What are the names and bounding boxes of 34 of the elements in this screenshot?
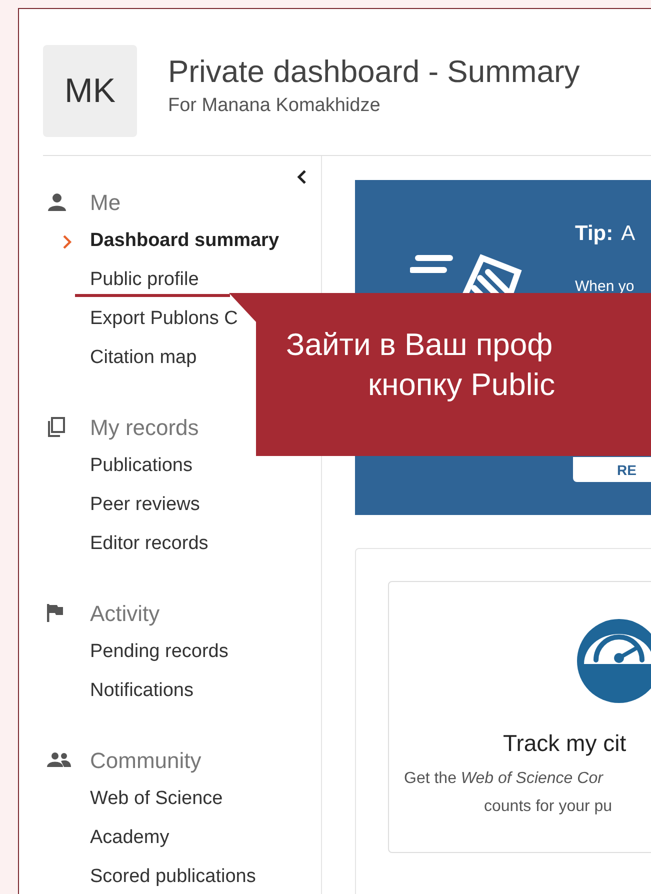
nav-link[interactable]: Export Publons C — [90, 305, 238, 334]
card-title: Track my cit — [503, 729, 628, 758]
callout-text: кнопку Public — [368, 366, 556, 404]
nav-link[interactable]: Pending records — [90, 638, 228, 667]
card-description: Get the Web of Science Cor — [404, 768, 604, 788]
nav-link[interactable]: Citation map — [90, 344, 197, 373]
collapse-icon[interactable] — [297, 170, 307, 184]
section-label: Me — [90, 188, 121, 216]
chevron-icon — [63, 235, 72, 249]
page-title: Private dashboard - Summary — [168, 53, 580, 92]
callout-text: Зайти в Ваш проф — [286, 326, 553, 364]
tip-description: When yo — [575, 277, 634, 297]
nav-link[interactable]: Notifications — [90, 677, 194, 706]
nav-link[interactable]: Peer reviews — [90, 491, 200, 520]
tip-text: A — [621, 221, 636, 247]
nav-link[interactable]: Scored publications — [90, 863, 256, 892]
nav-link[interactable]: Dashboard summary — [90, 227, 280, 256]
nav-link[interactable]: Editor records — [90, 530, 208, 559]
nav-link[interactable]: Academy — [90, 824, 170, 853]
section-label: Community — [90, 746, 202, 775]
flag-icon — [47, 604, 63, 622]
person-icon — [47, 193, 67, 211]
tip-button[interactable]: RE — [573, 457, 651, 482]
tip-label: Tip: — [575, 221, 614, 247]
copy-icon — [47, 417, 65, 437]
card-description: counts for your pu — [484, 796, 614, 816]
nav-link[interactable]: Public profile — [90, 266, 199, 295]
group-icon — [47, 752, 71, 768]
nav-link[interactable]: Publications — [90, 452, 192, 481]
page-subtitle: For Manana Komakhidze — [168, 94, 382, 118]
nav-link[interactable]: Web of Science — [90, 785, 223, 814]
avatar: MK — [43, 45, 137, 137]
section-label: My records — [90, 414, 199, 442]
section-label: Activity — [90, 600, 160, 628]
